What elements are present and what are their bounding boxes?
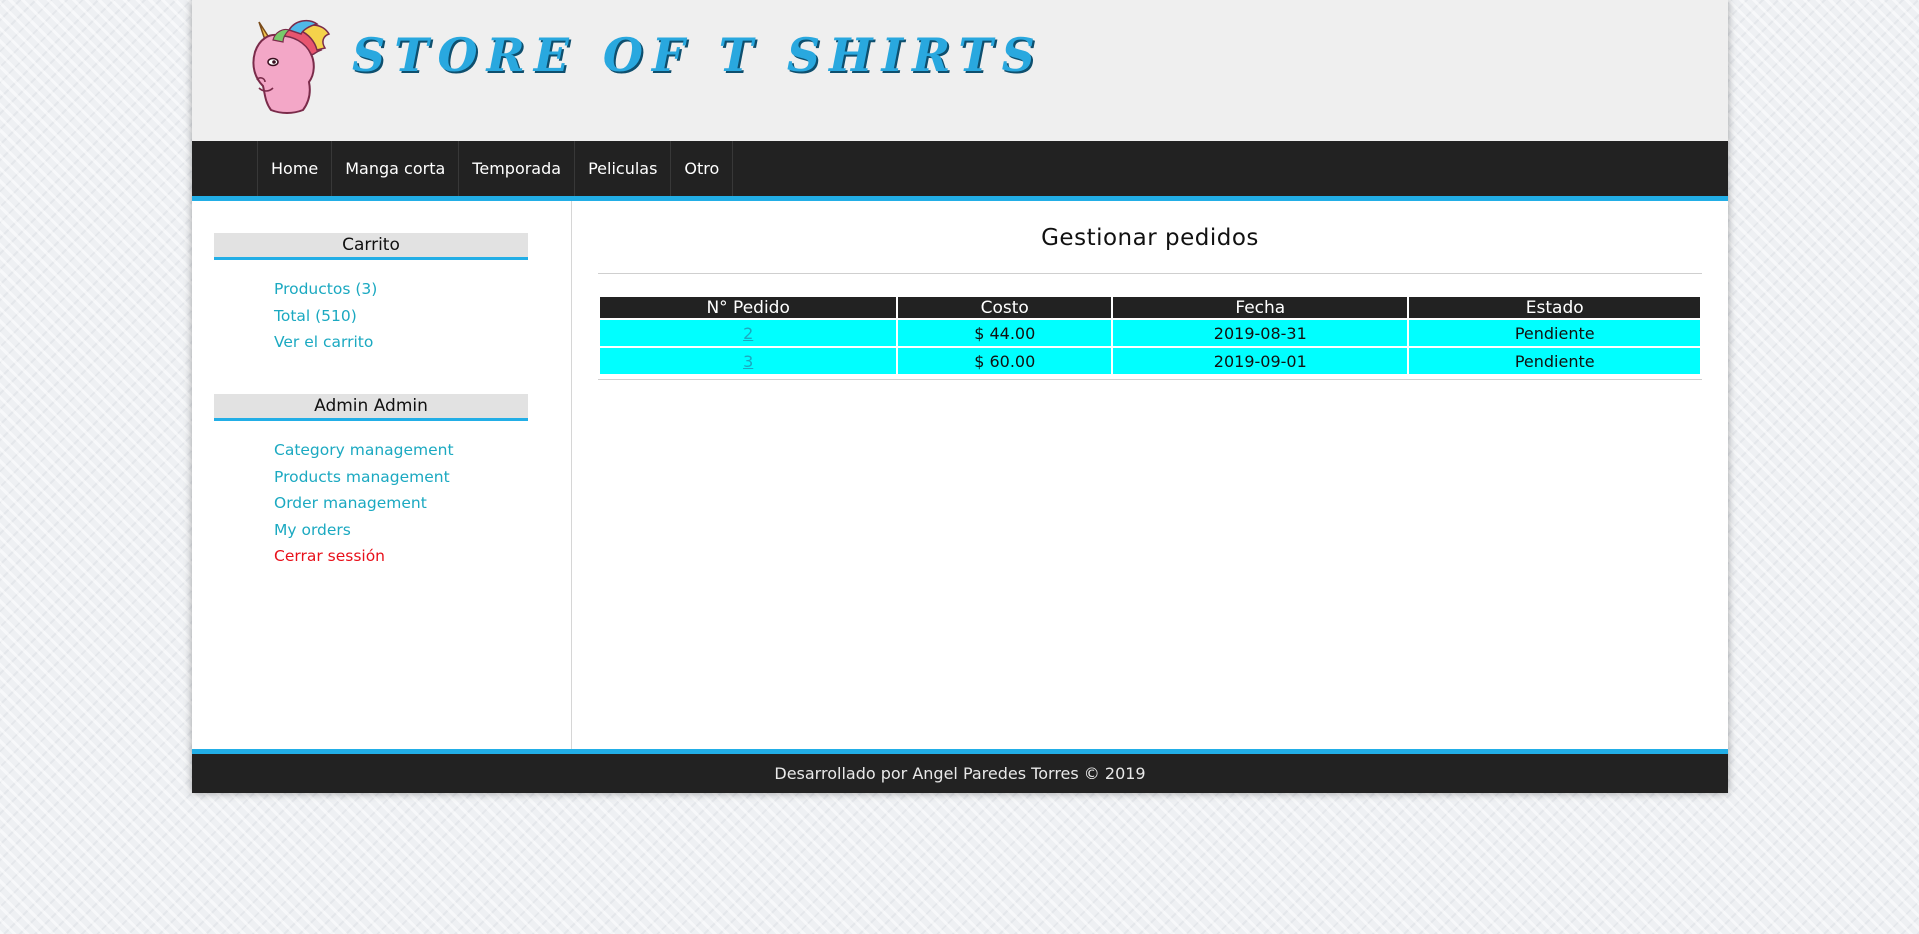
user-block-title: Admin Admin [214, 394, 528, 421]
main-content: Gestionar pedidos N° Pedido Costo Fecha … [572, 201, 1728, 749]
column-header-cost: Costo [898, 297, 1112, 318]
page-title: Gestionar pedidos [1041, 225, 1259, 251]
cart-block-title: Carrito [214, 233, 528, 260]
logout-link[interactable]: Cerrar sessión [274, 543, 454, 570]
table-bottom-divider [598, 379, 1702, 380]
nav-item-manga-corta[interactable]: Manga corta [331, 141, 458, 196]
orders-table: N° Pedido Costo Fecha Estado 2 $ 44.00 2… [598, 295, 1702, 376]
page-container: STORE OF T SHIRTS Home Manga corta Tempo… [192, 0, 1728, 793]
order-link[interactable]: 2 [743, 324, 753, 343]
my-orders-link[interactable]: My orders [274, 517, 454, 544]
category-management-link[interactable]: Category management [274, 437, 454, 464]
site-header: STORE OF T SHIRTS [192, 0, 1728, 141]
table-row: 2 $ 44.00 2019-08-31 Pendiente [600, 320, 1700, 346]
unicorn-logo-icon[interactable] [229, 16, 333, 120]
column-header-status: Estado [1409, 297, 1700, 318]
products-management-link[interactable]: Products management [274, 464, 454, 491]
column-header-order-number: N° Pedido [600, 297, 897, 318]
order-status-cell: Pendiente [1409, 320, 1700, 346]
order-cost-cell: $ 44.00 [898, 320, 1112, 346]
nav-item-temporada[interactable]: Temporada [458, 141, 574, 196]
column-header-date: Fecha [1113, 297, 1408, 318]
nav-item-otro[interactable]: Otro [670, 141, 734, 196]
cart-links: Productos (3) Total (510) Ver el carrito [274, 276, 377, 356]
table-row: 3 $ 60.00 2019-09-01 Pendiente [600, 348, 1700, 374]
view-cart-link[interactable]: Ver el carrito [274, 329, 377, 356]
order-cost-cell: $ 60.00 [898, 348, 1112, 374]
cart-total-link[interactable]: Total (510) [274, 303, 377, 330]
order-status-cell: Pendiente [1409, 348, 1700, 374]
order-date-cell: 2019-09-01 [1113, 348, 1408, 374]
title-divider [598, 273, 1702, 274]
site-footer: Desarrollado por Angel Paredes Torres © … [192, 749, 1728, 793]
admin-links: Category management Products management … [274, 437, 454, 570]
cart-products-link[interactable]: Productos (3) [274, 276, 377, 303]
sidebar: Carrito Productos (3) Total (510) Ver el… [192, 201, 572, 749]
table-header-row: N° Pedido Costo Fecha Estado [600, 297, 1700, 318]
order-management-link[interactable]: Order management [274, 490, 454, 517]
nav-menu: Home Manga corta Temporada Peliculas Otr… [257, 141, 734, 196]
nav-item-peliculas[interactable]: Peliculas [574, 141, 670, 196]
order-number-cell: 3 [600, 348, 897, 374]
nav-item-home[interactable]: Home [257, 141, 331, 196]
order-link[interactable]: 3 [743, 352, 753, 371]
order-date-cell: 2019-08-31 [1113, 320, 1408, 346]
site-logo-title[interactable]: STORE OF T SHIRTS [352, 28, 1044, 82]
order-number-cell: 2 [600, 320, 897, 346]
main-nav: Home Manga corta Temporada Peliculas Otr… [192, 141, 1728, 201]
